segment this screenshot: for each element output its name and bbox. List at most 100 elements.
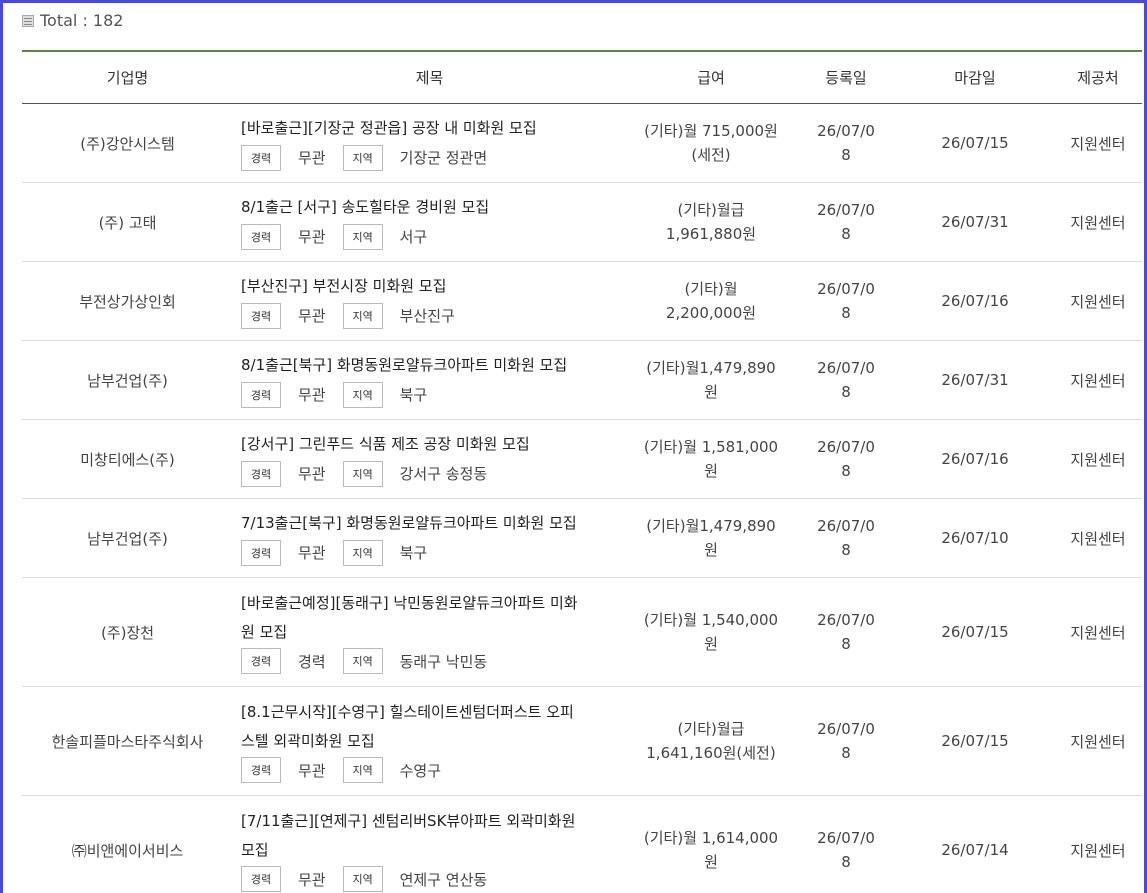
region-value: 동래구 낙민동 bbox=[399, 652, 488, 671]
deadline-date: 26/07/15 bbox=[896, 103, 1054, 183]
job-meta: 경력 무관 지역 연제구 연산동 bbox=[241, 865, 626, 893]
job-title-cell: [부산진구] 부전시장 미화원 모집 경력 무관 지역 부산진구 bbox=[233, 261, 626, 341]
job-title-link[interactable]: [7/11출근][연제구] 센텀리버SK뷰아파트 외곽미화원 모집 bbox=[241, 807, 626, 865]
total-label: Total : 182 bbox=[40, 11, 124, 30]
table-row[interactable]: (주)장천 [바로출근예정][동래구] 낙민동원로얄듀크아파트 미화 원 모집 경… bbox=[22, 577, 1142, 687]
job-title-link[interactable]: 8/1출근[북구] 화명동원로얄듀크아파트 미화원 모집 bbox=[241, 351, 626, 380]
experience-tag: 경력 bbox=[241, 648, 281, 674]
provider: 지원센터 bbox=[1054, 498, 1142, 578]
company-name: 남부건업(주) bbox=[22, 498, 233, 578]
company-name: (주) 고태 bbox=[22, 182, 233, 262]
job-title-link[interactable]: [강서구] 그린푸드 식품 제조 공장 미화원 모집 bbox=[241, 430, 626, 459]
table-row[interactable]: ㈜비앤에이서비스 [7/11출근][연제구] 센텀리버SK뷰아파트 외곽미화원 모… bbox=[22, 795, 1142, 893]
job-title-cell: [바로출근][기장군 정관읍] 공장 내 미화원 모집 경력 무관 지역 기장군… bbox=[233, 103, 626, 183]
job-title-link[interactable]: [8.1근무시작][수영구] 힐스테이트센텀더퍼스트 오피 스텔 외곽미화원 모집 bbox=[241, 698, 626, 756]
job-title-link[interactable]: [부산진구] 부전시장 미화원 모집 bbox=[241, 272, 626, 301]
company-name: 남부건업(주) bbox=[22, 340, 233, 420]
experience-value: 무관 bbox=[298, 465, 326, 483]
region-value: 강서구 송정동 bbox=[399, 465, 488, 483]
experience-tag: 경력 bbox=[241, 460, 281, 487]
experience-tag: 경력 bbox=[241, 381, 281, 408]
job-title-cell: 7/13출근[북구] 화명동원로얄듀크아파트 미화원 모집 경력 무관 지역 북… bbox=[233, 498, 626, 578]
provider: 지원센터 bbox=[1054, 419, 1142, 499]
deadline-date: 26/07/15 bbox=[896, 686, 1054, 796]
job-meta: 경력 무관 지역 서구 bbox=[241, 222, 626, 251]
registered-date: 26/07/0 8 bbox=[796, 498, 896, 578]
deadline-date: 26/07/16 bbox=[896, 261, 1054, 341]
job-title-cell: [바로출근예정][동래구] 낙민동원로얄듀크아파트 미화 원 모집 경력 경력 지… bbox=[233, 577, 626, 687]
provider: 지원센터 bbox=[1054, 795, 1142, 893]
company-name: 부전상가상인회 bbox=[22, 261, 233, 341]
deadline-date: 26/07/31 bbox=[896, 182, 1054, 262]
job-title-cell: 8/1출근[북구] 화명동원로얄듀크아파트 미화원 모집 경력 무관 지역 북구 bbox=[233, 340, 626, 420]
job-title-link[interactable]: [바로출근][기장군 정관읍] 공장 내 미화원 모집 bbox=[241, 114, 626, 143]
experience-value: 무관 bbox=[298, 544, 326, 562]
column-header-provider: 제공처 bbox=[1054, 51, 1142, 104]
table-row[interactable]: (주) 고태 8/1출근 [서구] 송도힐타운 경비원 모집 경력 무관 지역 … bbox=[22, 182, 1142, 262]
experience-value: 경력 bbox=[298, 652, 326, 671]
column-header-company: 기업명 bbox=[22, 51, 233, 104]
registered-date: 26/07/0 8 bbox=[796, 686, 896, 796]
region-tag: 지역 bbox=[342, 866, 383, 892]
table-row[interactable]: 미창티에스(주) [강서구] 그린푸드 식품 제조 공장 미화원 모집 경력 무… bbox=[22, 419, 1142, 499]
registered-date: 26/07/0 8 bbox=[796, 182, 896, 262]
job-title-link[interactable]: 8/1출근 [서구] 송도힐타운 경비원 모집 bbox=[241, 193, 626, 222]
company-name: 한솔피플마스타주식회사 bbox=[22, 686, 233, 796]
job-title-link[interactable]: [바로출근예정][동래구] 낙민동원로얄듀크아파트 미화 원 모집 bbox=[241, 589, 626, 647]
provider: 지원센터 bbox=[1054, 686, 1142, 796]
registered-date: 26/07/0 8 bbox=[796, 419, 896, 499]
table-header-row: 기업명 제목 급여 등록일 마감일 제공처 bbox=[22, 51, 1142, 104]
registered-date: 26/07/0 8 bbox=[796, 103, 896, 183]
salary: (기타)월 1,581,000 원 bbox=[626, 419, 796, 499]
experience-value: 무관 bbox=[298, 870, 326, 889]
region-value: 수영구 bbox=[399, 761, 442, 780]
region-value: 부산진구 bbox=[399, 307, 455, 325]
region-tag: 지역 bbox=[342, 757, 383, 783]
table-row[interactable]: 남부건업(주) 7/13출근[북구] 화명동원로얄듀크아파트 미화원 모집 경력… bbox=[22, 498, 1142, 578]
job-title-cell: [8.1근무시작][수영구] 힐스테이트센텀더퍼스트 오피 스텔 외곽미화원 모집… bbox=[233, 686, 626, 796]
registered-date: 26/07/0 8 bbox=[796, 261, 896, 341]
experience-value: 무관 bbox=[298, 761, 326, 780]
job-title-cell: 8/1출근 [서구] 송도힐타운 경비원 모집 경력 무관 지역 서구 bbox=[233, 182, 626, 262]
provider: 지원센터 bbox=[1054, 103, 1142, 183]
region-tag: 지역 bbox=[342, 460, 383, 487]
region-tag: 지역 bbox=[342, 539, 383, 566]
experience-value: 무관 bbox=[298, 386, 326, 404]
company-name: (주)강안시스템 bbox=[22, 103, 233, 183]
table-row[interactable]: 한솔피플마스타주식회사 [8.1근무시작][수영구] 힐스테이트센텀더퍼스트 오… bbox=[22, 686, 1142, 796]
job-meta: 경력 무관 지역 부산진구 bbox=[241, 301, 626, 330]
column-header-salary: 급여 bbox=[626, 51, 796, 104]
job-list-table: 기업명 제목 급여 등록일 마감일 제공처 (주)강안시스템 [바로출근][기장… bbox=[22, 50, 1142, 893]
experience-tag: 경력 bbox=[241, 302, 281, 329]
experience-value: 무관 bbox=[298, 149, 326, 167]
salary: (기타)월1,479,890 원 bbox=[626, 340, 796, 420]
table-row[interactable]: (주)강안시스템 [바로출근][기장군 정관읍] 공장 내 미화원 모집 경력 … bbox=[22, 103, 1142, 183]
salary: (기타)월 1,540,000 원 bbox=[626, 577, 796, 687]
job-title-cell: [강서구] 그린푸드 식품 제조 공장 미화원 모집 경력 무관 지역 강서구 … bbox=[233, 419, 626, 499]
deadline-date: 26/07/10 bbox=[896, 498, 1054, 578]
job-title-link[interactable]: 7/13출근[북구] 화명동원로얄듀크아파트 미화원 모집 bbox=[241, 509, 626, 538]
salary: (기타)월 715,000원 (세전) bbox=[626, 103, 796, 183]
experience-tag: 경력 bbox=[241, 144, 281, 171]
registered-date: 26/07/0 8 bbox=[796, 340, 896, 420]
job-meta: 경력 무관 지역 북구 bbox=[241, 538, 626, 567]
deadline-date: 26/07/15 bbox=[896, 577, 1054, 687]
salary: (기타)월 2,200,000원 bbox=[626, 261, 796, 341]
region-value: 북구 bbox=[399, 544, 428, 562]
job-meta: 경력 무관 지역 기장군 정관면 bbox=[241, 143, 626, 172]
list-icon bbox=[22, 14, 34, 27]
deadline-date: 26/07/16 bbox=[896, 419, 1054, 499]
provider: 지원센터 bbox=[1054, 577, 1142, 687]
region-tag: 지역 bbox=[342, 648, 383, 674]
experience-value: 무관 bbox=[298, 307, 326, 325]
provider: 지원센터 bbox=[1054, 261, 1142, 341]
region-value: 서구 bbox=[399, 228, 428, 246]
table-row[interactable]: 남부건업(주) 8/1출근[북구] 화명동원로얄듀크아파트 미화원 모집 경력 … bbox=[22, 340, 1142, 420]
experience-tag: 경력 bbox=[241, 866, 281, 892]
registered-date: 26/07/0 8 bbox=[796, 795, 896, 893]
registered-date: 26/07/0 8 bbox=[796, 577, 896, 687]
region-tag: 지역 bbox=[342, 144, 383, 171]
table-row[interactable]: 부전상가상인회 [부산진구] 부전시장 미화원 모집 경력 무관 지역 부산진구… bbox=[22, 261, 1142, 341]
total-count: Total : 182 bbox=[22, 11, 123, 30]
salary: (기타)월급 1,961,880원 bbox=[626, 182, 796, 262]
